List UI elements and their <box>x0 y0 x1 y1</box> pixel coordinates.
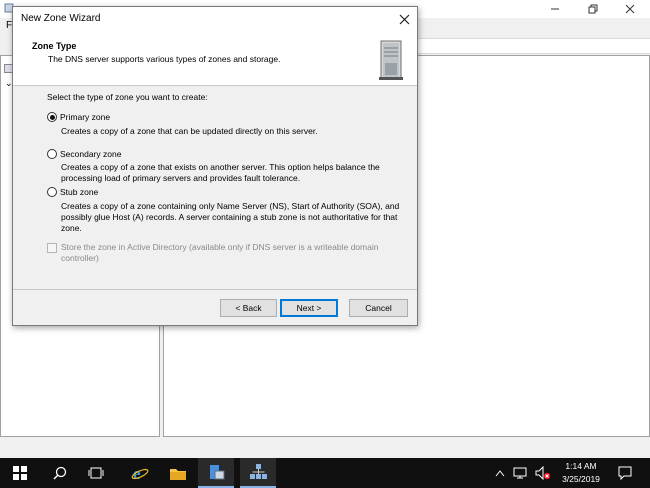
dialog-close-button[interactable] <box>393 9 415 29</box>
option-description: Creates a copy of a zone that can be upd… <box>61 126 318 136</box>
show-hidden-icons-button[interactable] <box>490 458 510 488</box>
store-in-ad-checkbox-row: Store the zone in Active Directory (avai… <box>47 242 407 264</box>
task-view-button[interactable] <box>78 458 114 488</box>
option-description: Creates a copy of a zone that exists on … <box>61 162 380 183</box>
radio-button[interactable] <box>47 149 57 159</box>
new-zone-wizard-dialog: New Zone Wizard Zone Type The DNS server… <box>12 6 418 326</box>
restore-icon <box>588 4 598 14</box>
taskbar: e 1:14 AM 3/25/2019 <box>0 458 650 488</box>
cancel-button[interactable]: Cancel <box>349 299 408 317</box>
task-view-icon <box>88 467 104 479</box>
volume-button[interactable] <box>532 458 554 488</box>
file-explorer-button[interactable] <box>160 458 196 488</box>
radio-label[interactable]: Stub zone <box>60 187 98 197</box>
page-title: Zone Type <box>32 41 77 51</box>
wizard-body: Select the type of zone you want to crea… <box>13 87 417 292</box>
internet-explorer-icon: e <box>131 464 149 482</box>
dialog-titlebar[interactable]: New Zone Wizard <box>13 7 417 31</box>
option-description: Creates a copy of a zone containing only… <box>61 201 400 233</box>
dns-manager-icon <box>250 464 267 479</box>
footer-divider <box>13 289 417 290</box>
zone-type-prompt: Select the type of zone you want to crea… <box>47 92 208 102</box>
restore-button[interactable] <box>578 0 608 18</box>
action-center-button[interactable] <box>610 458 640 488</box>
radio-label[interactable]: Secondary zone <box>60 149 121 159</box>
clock-date[interactable]: 3/25/2019 <box>556 474 606 484</box>
store-in-ad-checkbox <box>47 243 57 253</box>
radio-button[interactable] <box>47 187 57 197</box>
file-explorer-icon <box>170 468 186 480</box>
search-icon <box>53 466 67 480</box>
server-manager-icon <box>210 465 225 480</box>
store-in-ad-label: Store the zone in Active Directory (avai… <box>61 242 379 263</box>
radio-secondary-zone[interactable]: Secondary zone <box>47 149 121 159</box>
clock-time[interactable]: 1:14 AM <box>556 461 606 471</box>
internet-explorer-button[interactable]: e <box>122 458 158 488</box>
page-subtitle: The DNS server supports various types of… <box>48 54 281 64</box>
start-button[interactable] <box>2 458 38 488</box>
server-icon <box>375 39 407 81</box>
network-icon <box>513 467 527 479</box>
dns-manager-button[interactable] <box>240 458 276 488</box>
network-button[interactable] <box>510 458 530 488</box>
radio-label[interactable]: Primary zone <box>60 112 110 122</box>
svg-text:e: e <box>133 464 141 482</box>
dialog-title: New Zone Wizard <box>21 13 101 24</box>
volume-muted-icon <box>535 466 551 480</box>
back-button[interactable]: < Back <box>220 299 277 317</box>
toolbar-strip <box>418 38 650 54</box>
minimize-button[interactable] <box>540 0 570 18</box>
close-icon <box>625 4 635 14</box>
radio-primary-zone[interactable]: Primary zone <box>47 112 110 122</box>
radio-button-selected[interactable] <box>47 112 57 122</box>
close-icon <box>399 14 409 24</box>
close-button[interactable] <box>615 0 645 18</box>
next-button[interactable]: Next > <box>280 299 338 317</box>
server-manager-button[interactable] <box>198 458 234 488</box>
chevron-up-icon <box>495 470 505 477</box>
start-icon <box>13 466 27 480</box>
wizard-header: Zone Type The DNS server supports variou… <box>13 31 417 86</box>
search-button[interactable] <box>42 458 78 488</box>
radio-stub-zone[interactable]: Stub zone <box>47 187 98 197</box>
notification-icon <box>618 466 632 480</box>
minimize-icon <box>551 8 559 10</box>
